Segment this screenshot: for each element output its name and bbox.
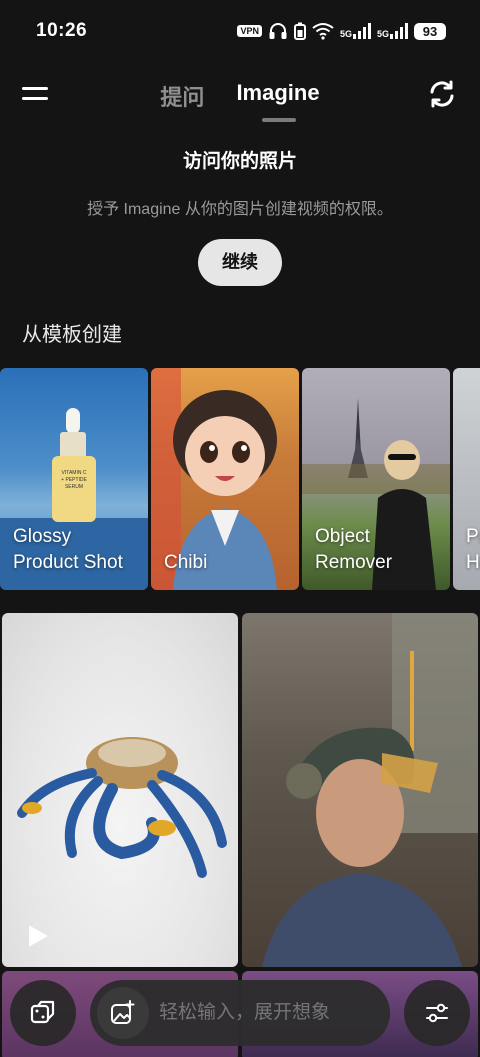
template-label-line1: Glossy — [13, 526, 72, 547]
template-label-line1: Pr — [466, 526, 480, 547]
cellular-signal-1: 5G — [340, 23, 371, 39]
gallery-item-crab[interactable] — [2, 613, 238, 967]
template-card-glossy-product-shot[interactable]: VITAMIN C + PEPTIDE SERUM Glossy Product… — [0, 368, 148, 590]
template-label-line2: Product Shot — [13, 552, 123, 573]
cellular-2-label: 5G — [376, 29, 389, 39]
tab-ask[interactable]: 提问 — [160, 80, 204, 112]
template-card-object-remover[interactable]: Object Remover — [302, 368, 450, 590]
template-label: Chibi — [164, 550, 207, 576]
vpn-badge: VPN — [237, 25, 262, 37]
template-label-line1: Object — [315, 526, 370, 547]
cellular-1-label: 5G — [339, 29, 352, 39]
crab-image — [17, 737, 227, 878]
sliders-icon — [426, 1003, 448, 1023]
signal-bars-icon — [352, 23, 371, 39]
serum-label-line1: VITAMIN C — [62, 470, 87, 476]
random-button[interactable] — [10, 980, 76, 1046]
template-card-chibi[interactable]: Chibi — [151, 368, 299, 590]
dice-icon — [30, 1000, 55, 1024]
template-label-line2: Remover — [315, 552, 393, 573]
signal-bars-icon — [390, 23, 408, 39]
photo-access-prompt: 访问你的照片 授予 Imagine 从你的图片创建视频的权限。 继续 — [0, 146, 480, 286]
template-label: Pr He — [466, 524, 480, 576]
gallery-item-man-headset[interactable] — [242, 613, 478, 967]
status-icons: VPN 5G 5G 93 — [237, 22, 446, 40]
status-bar: 10:26 VPN 5G 5G 93 — [0, 0, 480, 62]
prompt-input[interactable] — [159, 1002, 379, 1024]
status-time: 10:26 — [36, 20, 88, 41]
serum-label-line2: + PEPTIDE — [61, 477, 87, 483]
settings-button[interactable] — [404, 980, 470, 1046]
template-card-partial[interactable]: Pr He — [453, 368, 480, 590]
headphones-icon — [269, 23, 287, 39]
add-image-button[interactable] — [97, 987, 149, 1039]
continue-button[interactable]: 继续 — [198, 239, 282, 286]
template-label: Object Remover — [315, 524, 392, 576]
serum-label-line3: SERUM — [65, 484, 83, 490]
tab-bar: 提问 Imagine — [0, 80, 480, 112]
prompt-bar[interactable] — [90, 980, 390, 1046]
image-add-icon — [111, 1000, 135, 1024]
man-with-helmet-image — [262, 613, 478, 967]
access-title: 访问你的照片 — [182, 151, 297, 172]
template-label: Glossy Product Shot — [13, 524, 123, 576]
template-carousel[interactable]: VITAMIN C + PEPTIDE SERUM Glossy Product… — [0, 368, 480, 590]
cellular-signal-2: 5G — [377, 23, 408, 39]
battery-saver-icon — [293, 22, 306, 40]
access-description: 授予 Imagine 从你的图片创建视频的权限。 — [87, 201, 393, 218]
top-nav: 提问 Imagine — [0, 66, 480, 126]
play-icon[interactable] — [26, 925, 48, 947]
battery-level: 93 — [414, 22, 446, 40]
bottom-bar — [0, 978, 480, 1048]
tab-indicator — [262, 118, 296, 122]
template-label-line1: Chibi — [164, 552, 208, 573]
template-label-line2: He — [466, 552, 480, 573]
templates-section-title: 从模板创建 — [22, 324, 122, 346]
refresh-icon[interactable] — [426, 78, 458, 110]
tab-imagine[interactable]: Imagine — [236, 80, 319, 112]
wifi-icon — [312, 23, 334, 40]
